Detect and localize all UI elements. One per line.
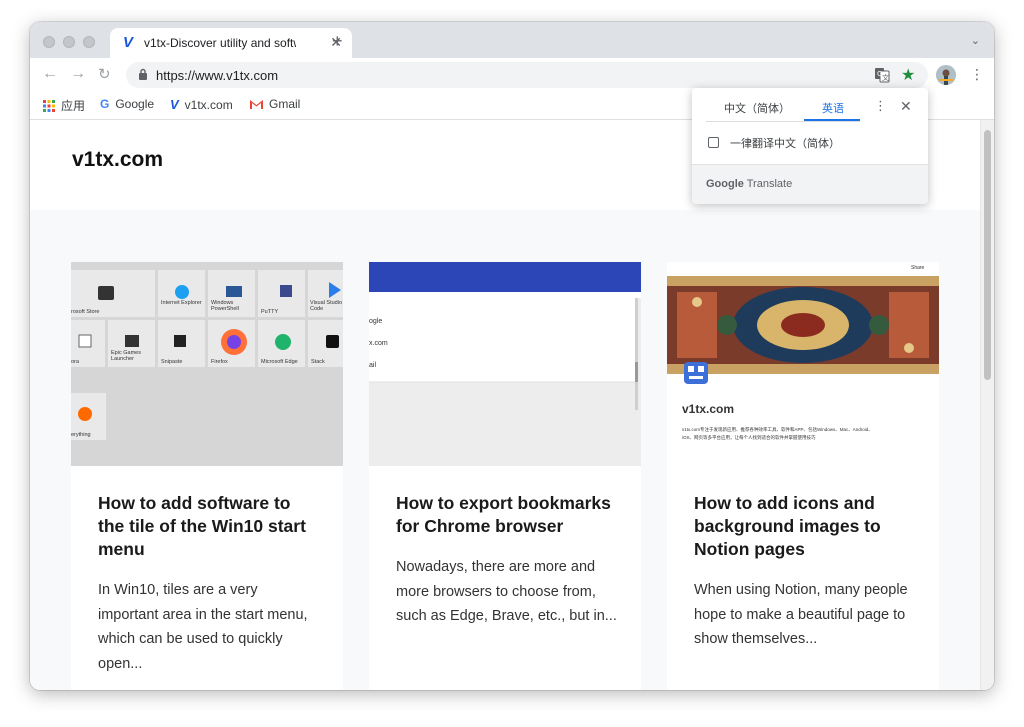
thumb-title: v1tx.com bbox=[682, 402, 735, 416]
bookmark-google[interactable]: G Google bbox=[100, 97, 154, 111]
tab-target-language[interactable]: 英语 bbox=[822, 100, 844, 116]
bookmark-label: 应用 bbox=[61, 99, 86, 113]
bookmark-label: v1tx.com bbox=[184, 97, 233, 112]
browser-tab[interactable]: V v1tx-Discover utility and software ✕ bbox=[110, 28, 352, 58]
site-title[interactable]: v1tx.com bbox=[72, 148, 163, 172]
menu-item-label: ogle bbox=[369, 318, 383, 325]
new-tab-button[interactable]: + bbox=[332, 31, 343, 52]
always-translate-checkbox[interactable] bbox=[708, 137, 719, 148]
reload-icon[interactable]: ↻ bbox=[98, 65, 111, 83]
translate-icon[interactable]: G 文 bbox=[874, 67, 890, 83]
tab-search-chevron-icon[interactable]: ⌄ bbox=[971, 34, 980, 47]
brand-translate: Translate bbox=[746, 178, 793, 190]
card-title[interactable]: How to add software to the tile of the W… bbox=[98, 492, 318, 561]
close-icon[interactable]: ✕ bbox=[900, 98, 912, 115]
back-arrow-icon[interactable]: ← bbox=[42, 65, 58, 83]
card-excerpt: When using Notion, many people hope to m… bbox=[694, 582, 908, 647]
menu-item-label: ail bbox=[369, 362, 377, 369]
card-thumbnail: Share v1tx.com v1tx.com专注于发现新应用、推荐各种效率工具… bbox=[667, 262, 939, 466]
bookmark-gmail[interactable]: Gmail bbox=[250, 97, 300, 111]
bookmark-label: Gmail bbox=[269, 97, 301, 111]
tile-label: Visual Studio Code bbox=[310, 300, 343, 312]
tile-label: rosoft Store bbox=[71, 309, 100, 315]
always-translate-label: 一律翻译中文（简体） bbox=[730, 138, 840, 150]
window-minimize-button[interactable] bbox=[63, 36, 75, 48]
lock-icon bbox=[139, 68, 147, 80]
v1tx-favicon-icon: V bbox=[123, 34, 134, 51]
popup-footer: Google Translate bbox=[692, 164, 928, 204]
article-card[interactable]: ogle x.com ail How to export bookmarks f… bbox=[369, 262, 641, 690]
tile-label: Stack bbox=[311, 359, 325, 365]
card-title[interactable]: How to export bookmarks for Chrome brows… bbox=[396, 492, 616, 538]
card-excerpt: Nowadays, there are more and more browse… bbox=[396, 559, 617, 624]
card-title[interactable]: How to add icons and background images t… bbox=[694, 492, 914, 561]
bookmark-label: Google bbox=[115, 97, 155, 111]
tile-label: Internet Explorer bbox=[161, 300, 202, 306]
active-tab-indicator bbox=[804, 119, 860, 121]
address-bar[interactable]: https://www.v1tx.com G 文 ★ bbox=[126, 62, 928, 88]
window-close-button[interactable] bbox=[43, 36, 55, 48]
translate-popup: 中文（简体） 英语 ⋮ ✕ 一律翻译中文（简体） Google Translat… bbox=[692, 88, 928, 204]
browser-window: V v1tx-Discover utility and software ✕ +… bbox=[30, 22, 994, 690]
bookmark-star-icon[interactable]: ★ bbox=[901, 65, 915, 85]
card-thumbnail: ogle x.com ail bbox=[369, 262, 641, 466]
brand-google: Google bbox=[706, 178, 744, 190]
page-content: v1tx.com rosoft Store Internet Explorer … bbox=[30, 120, 994, 690]
v1tx-icon: V bbox=[170, 97, 179, 112]
url-text: https://www.v1tx.com bbox=[156, 68, 279, 83]
card-thumbnail: rosoft Store Internet Explorer Windows P… bbox=[71, 262, 343, 466]
bookmark-v1tx[interactable]: V v1tx.com bbox=[170, 97, 233, 112]
page-scrollbar[interactable] bbox=[980, 120, 994, 690]
gmail-icon bbox=[250, 100, 263, 109]
thumb-desc: iOS、网页等多平台应用，让每个人找到适合的软件并掌握使用技巧 bbox=[682, 435, 816, 440]
article-card[interactable]: rosoft Store Internet Explorer Windows P… bbox=[71, 262, 343, 690]
tile-label: Epic Games Launcher bbox=[111, 350, 141, 362]
svg-text:文: 文 bbox=[882, 73, 889, 82]
tab-divider bbox=[706, 121, 860, 122]
google-icon: G bbox=[100, 97, 110, 111]
tile-label: PuTTY bbox=[261, 309, 279, 315]
tile-label: ora bbox=[71, 359, 79, 365]
google-translate-brand: Google Translate bbox=[706, 178, 792, 190]
tile-label: Windows PowerShell bbox=[211, 300, 239, 312]
window-zoom-button[interactable] bbox=[83, 36, 95, 48]
menu-item-label: x.com bbox=[369, 340, 388, 347]
tile-label: Firefox bbox=[211, 359, 228, 365]
article-card[interactable]: Share v1tx.com v1tx.com专注于发现新应用、推荐各种效率工具… bbox=[667, 262, 939, 690]
tile-label: Microsoft Edge bbox=[261, 359, 298, 365]
bookmark-apps[interactable]: 应用 bbox=[43, 97, 85, 114]
toolbar: ← → ↻ https://www.v1tx.com G 文 ★ ⋮ bbox=[30, 58, 994, 92]
thumb-share-label: Share bbox=[911, 265, 925, 271]
thumb-desc: v1tx.com专注于发现新应用、推荐各种效率工具、软件和APP、包括Windo… bbox=[682, 427, 873, 432]
scrollbar-thumb[interactable] bbox=[984, 130, 991, 380]
card-excerpt: In Win10, tiles are a very important are… bbox=[98, 582, 308, 672]
apps-grid-icon bbox=[43, 99, 55, 112]
tile-label: erything bbox=[71, 432, 91, 438]
forward-arrow-icon[interactable]: → bbox=[70, 65, 86, 83]
tile-label: Snipaste bbox=[161, 359, 183, 365]
tab-title: v1tx-Discover utility and software bbox=[144, 36, 296, 50]
profile-avatar[interactable] bbox=[936, 65, 956, 85]
profile-avatar-icon bbox=[936, 65, 956, 85]
tab-strip: V v1tx-Discover utility and software ✕ +… bbox=[30, 22, 994, 58]
tab-source-language[interactable]: 中文（简体） bbox=[724, 100, 790, 116]
more-options-icon[interactable]: ⋮ bbox=[874, 98, 887, 114]
browser-menu-icon[interactable]: ⋮ bbox=[970, 66, 984, 83]
